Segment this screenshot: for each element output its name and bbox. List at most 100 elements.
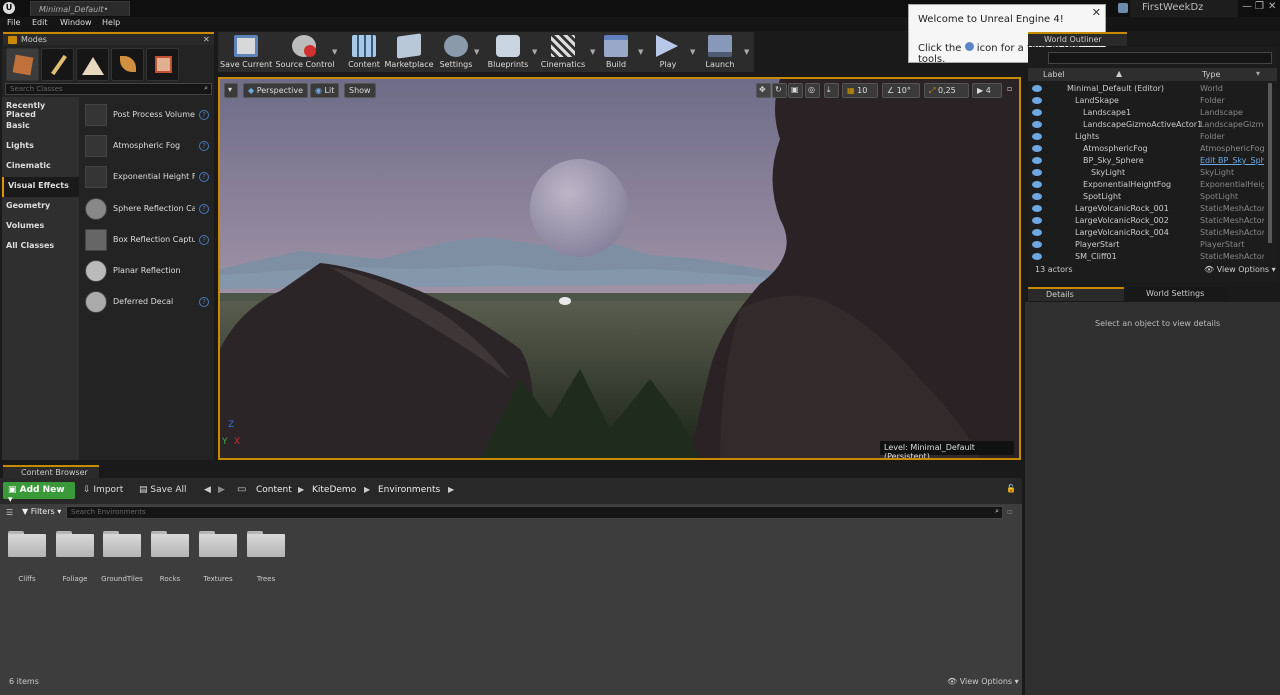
- cb-view-options-button[interactable]: 👁 View Options ▾: [947, 677, 1019, 686]
- breadcrumb-environments[interactable]: Environments: [378, 485, 440, 495]
- import-button[interactable]: ⇩ Import: [83, 485, 123, 495]
- outliner-search-input[interactable]: [1048, 52, 1272, 64]
- eye-icon[interactable]: [1032, 133, 1042, 140]
- outliner-row[interactable]: Minimal_Default (Editor) World: [1028, 83, 1266, 95]
- maximize-button[interactable]: ❐: [1255, 1, 1264, 12]
- marketplace-button[interactable]: Marketplace: [384, 32, 434, 72]
- eye-icon[interactable]: [1032, 121, 1042, 128]
- tour-icon[interactable]: [1118, 3, 1128, 13]
- chevron-down-icon[interactable]: ▼: [590, 48, 595, 56]
- outliner-row[interactable]: ExponentialHeightFog ExponentialHeigh: [1028, 179, 1266, 191]
- blueprints-button[interactable]: Blueprints ▼: [484, 32, 537, 72]
- menu-file[interactable]: File: [7, 18, 20, 27]
- eye-icon[interactable]: [1032, 241, 1042, 248]
- translate-icon[interactable]: ✥: [756, 83, 771, 98]
- outliner-row[interactable]: AtmosphericFog AtmosphericFog: [1028, 143, 1266, 155]
- category-volumes[interactable]: Volumes: [2, 217, 79, 237]
- minimize-button[interactable]: —: [1242, 1, 1252, 12]
- place-item[interactable]: Sphere Reflection Caj?: [85, 198, 211, 220]
- category-recently-placed[interactable]: Recently Placed: [2, 97, 79, 119]
- scale-snap-button[interactable]: ⤢ 0,25: [924, 83, 969, 98]
- place-item[interactable]: Post Process Volume?: [85, 104, 211, 126]
- outliner-row[interactable]: Landscape1 Landscape: [1028, 107, 1266, 119]
- place-item[interactable]: Box Reflection Captur?: [85, 229, 211, 251]
- grid-snap-button[interactable]: ▦ 10: [842, 83, 878, 98]
- category-cinematic[interactable]: Cinematic: [2, 157, 79, 177]
- help-icon[interactable]: ?: [199, 297, 209, 307]
- lock-icon[interactable]: 🔓: [1006, 484, 1016, 493]
- viewport-options-button[interactable]: ▾: [224, 83, 238, 98]
- play-button[interactable]: Play ▼: [650, 32, 695, 72]
- modes-tab[interactable]: Modes ✕: [3, 32, 214, 45]
- world-outliner-tab[interactable]: World Outliner: [1028, 32, 1127, 46]
- outliner-row[interactable]: LargeVolcanicRock_002 StaticMeshActor: [1028, 215, 1266, 227]
- menu-edit[interactable]: Edit: [32, 18, 48, 27]
- outliner-row-type[interactable]: Edit BP_Sky_Sph: [1200, 156, 1264, 165]
- cinematics-button[interactable]: Cinematics ▼: [540, 32, 595, 72]
- eye-icon[interactable]: [1032, 181, 1042, 188]
- category-geometry[interactable]: Geometry: [2, 197, 79, 217]
- eye-icon[interactable]: [1032, 253, 1042, 260]
- menu-help[interactable]: Help: [102, 18, 120, 27]
- category-basic[interactable]: Basic: [2, 117, 79, 137]
- folder-cliffs[interactable]: [8, 531, 46, 557]
- foliage-mode-button[interactable]: [111, 48, 144, 81]
- content-search-input[interactable]: Search Environments ⌕: [66, 506, 1003, 519]
- save-all-button[interactable]: ▤ Save All: [139, 485, 187, 495]
- source-control-button[interactable]: Source Control ▼: [274, 32, 337, 72]
- eye-icon[interactable]: [1032, 157, 1042, 164]
- chevron-down-icon[interactable]: ▼: [744, 48, 749, 56]
- outliner-row[interactable]: LargeVolcanicRock_001 StaticMeshActor: [1028, 203, 1266, 215]
- chevron-down-icon[interactable]: ▼: [690, 48, 695, 56]
- breadcrumb-kitedemo[interactable]: KiteDemo: [312, 485, 356, 495]
- scale-icon[interactable]: ▣: [788, 83, 803, 98]
- build-button[interactable]: Build ▼: [598, 32, 643, 72]
- eye-icon[interactable]: [1032, 109, 1042, 116]
- outliner-row[interactable]: LandSkape Folder: [1028, 95, 1266, 107]
- eye-icon[interactable]: [1032, 205, 1042, 212]
- perspective-button[interactable]: ◆ Perspective: [243, 83, 309, 98]
- breadcrumb-separator[interactable]: ▶: [298, 485, 304, 494]
- settings-button[interactable]: Settings ▼: [438, 32, 479, 72]
- place-item[interactable]: Planar Reflection: [85, 260, 211, 282]
- chevron-down-icon[interactable]: ▼: [532, 48, 537, 56]
- search-classes-input[interactable]: Search Classes ⌕: [5, 83, 212, 95]
- help-icon[interactable]: ?: [199, 235, 209, 245]
- folder-groundtiles[interactable]: [103, 531, 141, 557]
- forward-icon[interactable]: ▶: [218, 485, 225, 495]
- category-lights[interactable]: Lights: [2, 137, 79, 157]
- lit-button[interactable]: ◉ Lit: [310, 83, 340, 98]
- breadcrumb-separator[interactable]: ▶: [448, 485, 454, 494]
- outliner-row[interactable]: LandscapeGizmoActiveActor1 LandscapeGizmo: [1028, 119, 1266, 131]
- view-options-button[interactable]: 👁 View Options ▾: [1204, 265, 1276, 274]
- close-button[interactable]: ✕: [1268, 1, 1276, 12]
- eye-icon[interactable]: [1032, 97, 1042, 104]
- maximize-viewport-icon[interactable]: ▫: [1006, 83, 1018, 98]
- chevron-down-icon[interactable]: ▾: [1256, 69, 1260, 78]
- filters-button[interactable]: ▼ Filters ▾: [22, 507, 61, 516]
- folder-foliage[interactable]: [56, 531, 94, 557]
- outliner-row[interactable]: SkyLight SkyLight: [1028, 167, 1266, 179]
- rotation-snap-button[interactable]: ∠ 10°: [882, 83, 920, 98]
- folder-trees[interactable]: [247, 531, 285, 557]
- outliner-scrollbar[interactable]: [1268, 83, 1272, 243]
- help-icon[interactable]: ?: [199, 110, 209, 120]
- landscape-mode-button[interactable]: [76, 48, 109, 81]
- save-search-icon[interactable]: ▫: [1007, 507, 1012, 516]
- help-icon[interactable]: ?: [199, 204, 209, 214]
- place-item[interactable]: Atmospheric Fog?: [85, 135, 211, 157]
- category-visual-effects[interactable]: Visual Effects: [2, 177, 79, 197]
- outliner-row[interactable]: BP_Sky_Sphere Edit BP_Sky_Sph: [1028, 155, 1266, 167]
- chevron-down-icon[interactable]: ▼: [638, 48, 643, 56]
- breadcrumb-separator[interactable]: ▶: [364, 485, 370, 494]
- content-button[interactable]: Content: [346, 32, 382, 72]
- chevron-down-icon[interactable]: ▼: [474, 48, 479, 56]
- outliner-row[interactable]: PlayerStart PlayerStart: [1028, 239, 1266, 251]
- eye-icon[interactable]: [1032, 217, 1042, 224]
- world-settings-tab[interactable]: World Settings: [1127, 287, 1227, 301]
- back-icon[interactable]: ◀: [204, 485, 211, 495]
- place-mode-button[interactable]: [6, 48, 39, 81]
- save-current-button[interactable]: Save Current: [220, 32, 272, 72]
- folder-textures[interactable]: [199, 531, 237, 557]
- menu-window[interactable]: Window: [60, 18, 92, 27]
